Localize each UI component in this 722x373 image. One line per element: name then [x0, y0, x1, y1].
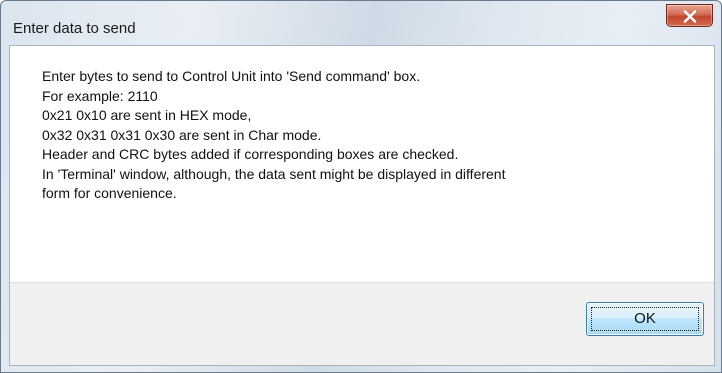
ok-button[interactable]: OK [586, 302, 704, 336]
message-line: Header and CRC bytes added if correspond… [42, 146, 459, 162]
dialog-window: Enter data to send Enter bytes to send t… [0, 0, 722, 373]
close-button[interactable] [666, 4, 713, 27]
message-line: Enter bytes to send to Control Unit into… [42, 68, 421, 84]
message-line: In 'Terminal' window, although, the data… [42, 165, 506, 182]
message-text: Enter bytes to send to Control Unit into… [42, 67, 702, 204]
message-line: For example: 2110 [42, 87, 158, 104]
title-bar[interactable]: Enter data to send [1, 1, 721, 45]
ok-button-label: OK [634, 310, 656, 327]
message-line: 0x32 0x31 0x31 0x30 are sent in Char mod… [42, 126, 322, 143]
window-title: Enter data to send [13, 20, 136, 37]
close-x-icon [683, 10, 697, 23]
message-line: 0x21 0x10 are sent in HEX mode, [42, 107, 252, 123]
message-line: form for convenience. [42, 185, 177, 201]
button-bar: OK [10, 282, 714, 365]
dialog-body: Enter bytes to send to Control Unit into… [9, 45, 715, 366]
